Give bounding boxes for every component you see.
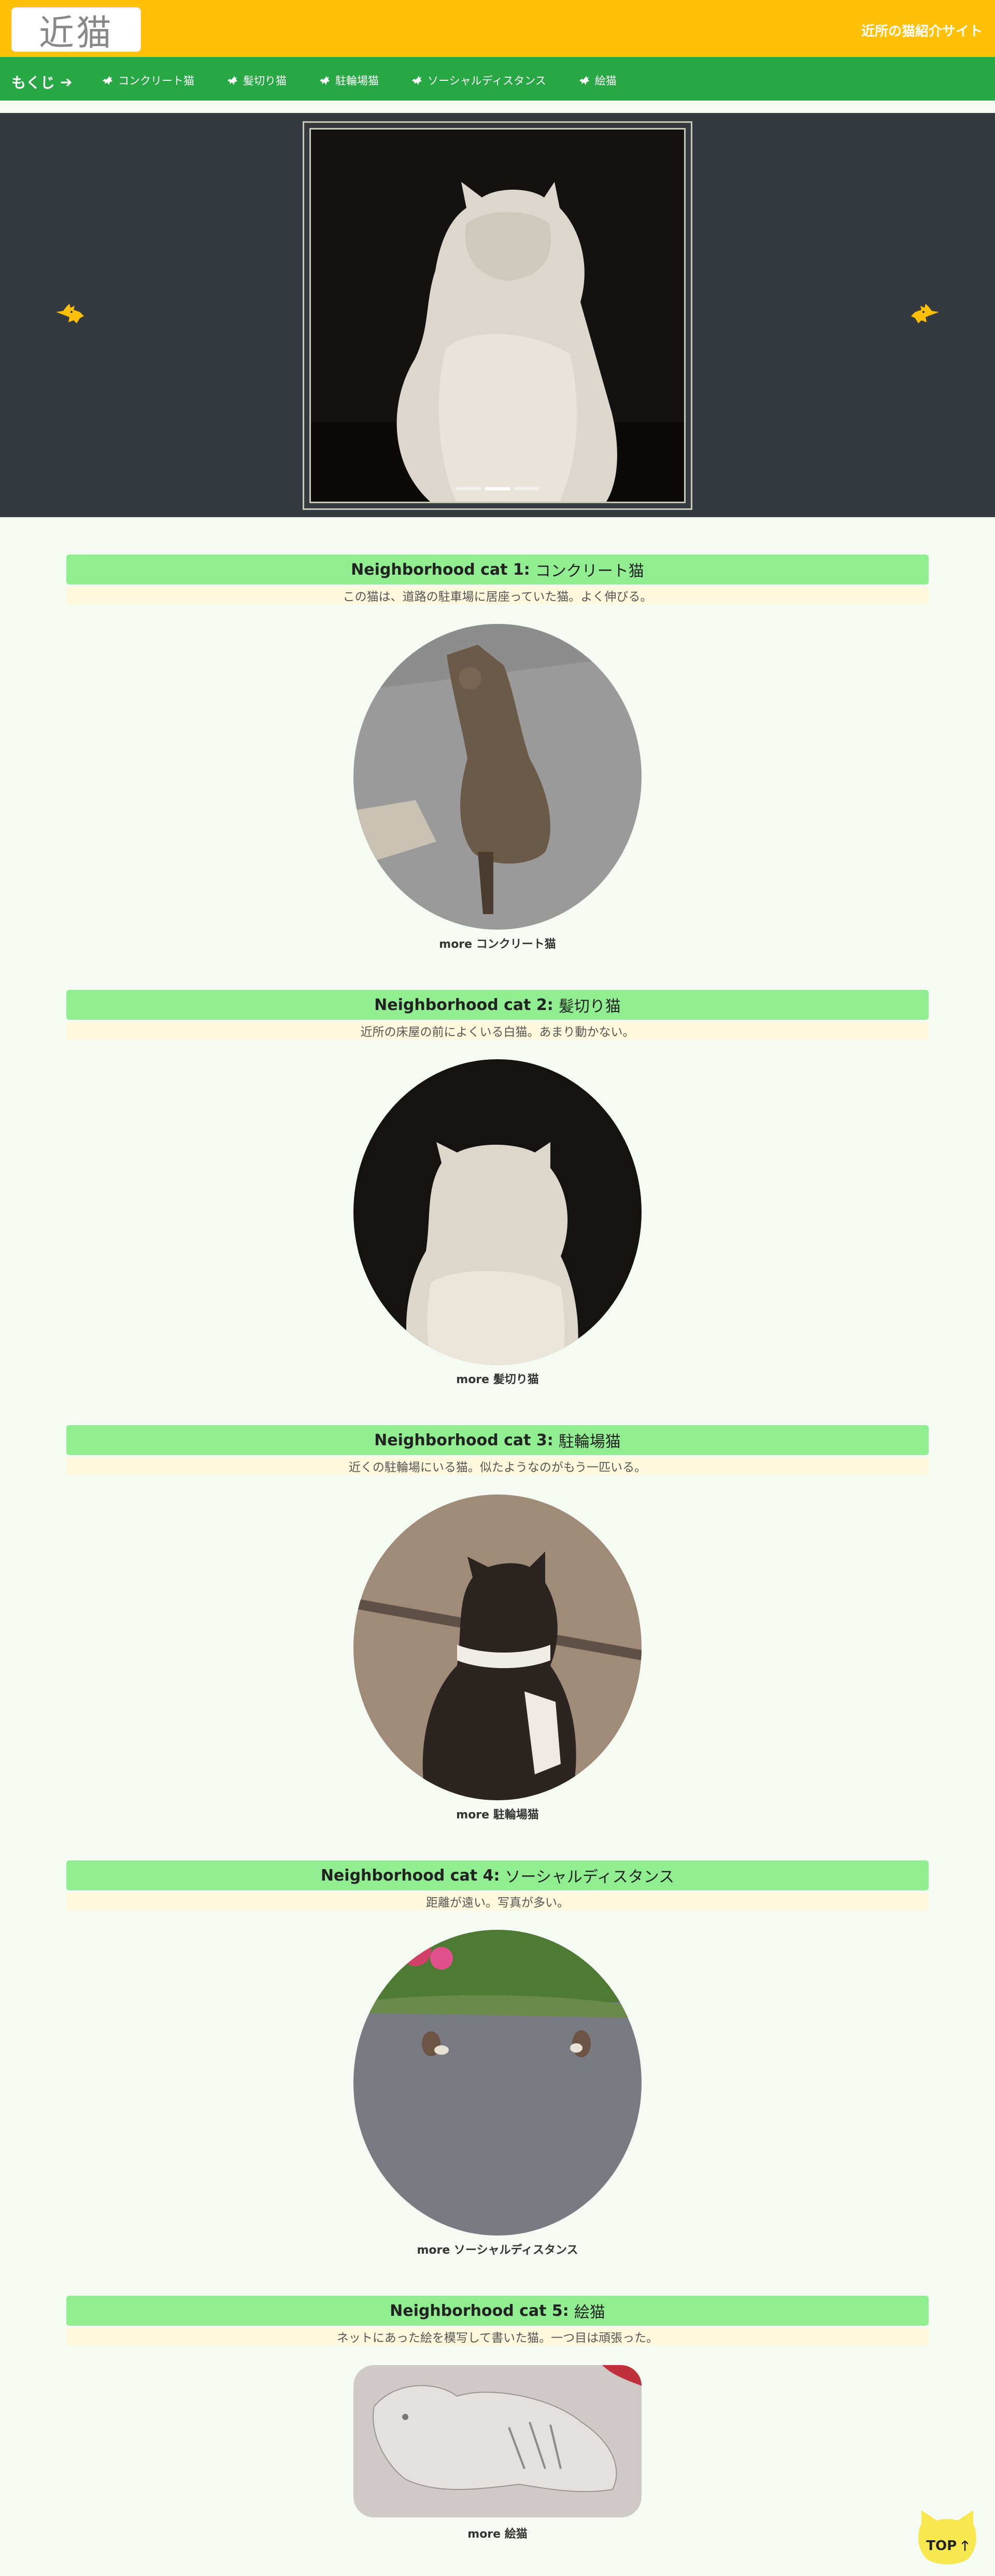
toc-text: もくじ bbox=[11, 74, 55, 91]
nav-item-label: 駐輪場猫 bbox=[335, 75, 379, 87]
carousel-indicator-active[interactable] bbox=[485, 487, 510, 490]
social-distance-cats-photo[interactable] bbox=[353, 1930, 642, 2236]
section-description: 近所の床屋の前によくいる白猫。あまり動かない。 bbox=[66, 1022, 929, 1040]
pointing-cat-left-icon bbox=[56, 304, 84, 323]
nav-item-social-distance[interactable]: ソーシャルディスタンス bbox=[411, 73, 546, 88]
section-title-name: 駐輪場猫 bbox=[558, 1433, 621, 1451]
more-link-drawn-cat[interactable]: more 絵猫 bbox=[66, 2525, 929, 2541]
carousel-next-button[interactable] bbox=[905, 301, 941, 326]
more-link-concrete-cat[interactable]: more コンクリート猫 bbox=[66, 935, 929, 951]
section-title: Neighborhood cat 4: ソーシャルディスタンス bbox=[66, 1860, 929, 1890]
white-cat-photo bbox=[311, 130, 684, 502]
site-logo[interactable]: 近猫 bbox=[11, 7, 141, 54]
section-title-prefix: Neighborhood cat 5: bbox=[390, 2301, 569, 2320]
bike-parking-cat-photo[interactable] bbox=[353, 1495, 642, 1800]
section-title-name: 髪切り猫 bbox=[558, 998, 621, 1016]
cat-icon bbox=[102, 75, 114, 86]
section-title: Neighborhood cat 1: コンクリート猫 bbox=[66, 554, 929, 585]
nav-bar: もくじ ➔ コンクリート猫 髪切り猫 駐輪場猫 ソーシャルディスタンス 絵猫 bbox=[0, 57, 995, 101]
carousel-slide bbox=[309, 128, 686, 503]
carousel-indicator[interactable] bbox=[456, 487, 481, 490]
back-to-top-label: TOP 🡑 bbox=[916, 2536, 978, 2559]
section-title-name: 絵猫 bbox=[574, 2303, 605, 2322]
more-link-social-distance[interactable]: more ソーシャルディスタンス bbox=[66, 2241, 929, 2257]
cat-section-2: Neighborhood cat 2: 髪切り猫 近所の床屋の前によくいる白猫。… bbox=[66, 990, 929, 1040]
section-title: Neighborhood cat 5: 絵猫 bbox=[66, 2296, 929, 2326]
nav-item-label: ソーシャルディスタンス bbox=[428, 75, 546, 87]
logo-text: 近猫 bbox=[38, 12, 113, 54]
nav-item-concrete-cat[interactable]: コンクリート猫 bbox=[102, 73, 194, 88]
section-title-prefix: Neighborhood cat 2: bbox=[374, 995, 553, 1014]
cat-icon bbox=[411, 75, 423, 86]
section-title-prefix: Neighborhood cat 1: bbox=[351, 560, 530, 579]
section-title-name: ソーシャルディスタンス bbox=[505, 1868, 675, 1886]
cat-section-3: Neighborhood cat 3: 駐輪場猫 近くの駐輪場にいる猫。似たよう… bbox=[66, 1425, 929, 1475]
haircut-cat-photo[interactable] bbox=[353, 1059, 642, 1365]
cat-section-1: Neighborhood cat 1: コンクリート猫 この猫は、道路の駐車場に… bbox=[66, 554, 929, 604]
top-text: TOP bbox=[926, 2538, 957, 2554]
section-title: Neighborhood cat 3: 駐輪場猫 bbox=[66, 1425, 929, 1455]
section-description: この猫は、道路の駐車場に居座っていた猫。よく伸びる。 bbox=[66, 587, 929, 604]
section-title-prefix: Neighborhood cat 4: bbox=[320, 1866, 500, 1885]
nav-item-label: 髪切り猫 bbox=[243, 75, 287, 87]
carousel-frame bbox=[303, 121, 692, 510]
cat-icon bbox=[578, 75, 591, 86]
drawn-cat-photo[interactable] bbox=[353, 2365, 642, 2517]
section-description: 近くの駐輪場にいる猫。似たようなのがもう一匹いる。 bbox=[66, 1457, 929, 1475]
cat-section-5: Neighborhood cat 5: 絵猫 ネットにあった絵を模写して書いた猫… bbox=[66, 2296, 929, 2345]
carousel-prev-button[interactable] bbox=[54, 301, 90, 326]
section-title-name: コンクリート猫 bbox=[535, 562, 644, 580]
site-title: 近所の猫紹介サイト bbox=[861, 24, 983, 39]
pointing-cat-right-icon bbox=[911, 304, 939, 323]
carousel-indicators bbox=[456, 487, 539, 490]
arrow-up-icon: 🡑 bbox=[961, 2538, 969, 2554]
cat-icon bbox=[319, 75, 331, 86]
toc-label: もくじ ➔ bbox=[11, 72, 72, 92]
more-link-haircut-cat[interactable]: more 髪切り猫 bbox=[66, 1370, 929, 1387]
carousel-indicator[interactable] bbox=[514, 487, 539, 490]
nav-item-label: 絵猫 bbox=[594, 75, 617, 87]
back-to-top-button[interactable]: TOP 🡑 bbox=[916, 2508, 978, 2565]
site-header: 近猫 近所の猫紹介サイト bbox=[0, 0, 995, 57]
section-title-prefix: Neighborhood cat 3: bbox=[374, 1431, 553, 1449]
arrow-right-icon: ➔ bbox=[60, 73, 73, 91]
section-description: ネットにあった絵を模写して書いた猫。一つ目は頑張った。 bbox=[66, 2328, 929, 2345]
cat-icon bbox=[226, 75, 239, 86]
cat-section-4: Neighborhood cat 4: ソーシャルディスタンス 距離が遠い。写真… bbox=[66, 1860, 929, 1910]
image-carousel bbox=[0, 113, 995, 517]
nav-item-bike-parking-cat[interactable]: 駐輪場猫 bbox=[319, 73, 379, 88]
nav-item-haircut-cat[interactable]: 髪切り猫 bbox=[226, 73, 287, 88]
more-link-bike-parking-cat[interactable]: more 駐輪場猫 bbox=[66, 1805, 929, 1822]
concrete-cat-photo[interactable] bbox=[353, 624, 642, 930]
nav-item-drawn-cat[interactable]: 絵猫 bbox=[578, 73, 617, 88]
section-title: Neighborhood cat 2: 髪切り猫 bbox=[66, 990, 929, 1020]
nav-item-label: コンクリート猫 bbox=[118, 75, 194, 87]
section-description: 距離が遠い。写真が多い。 bbox=[66, 1892, 929, 1910]
